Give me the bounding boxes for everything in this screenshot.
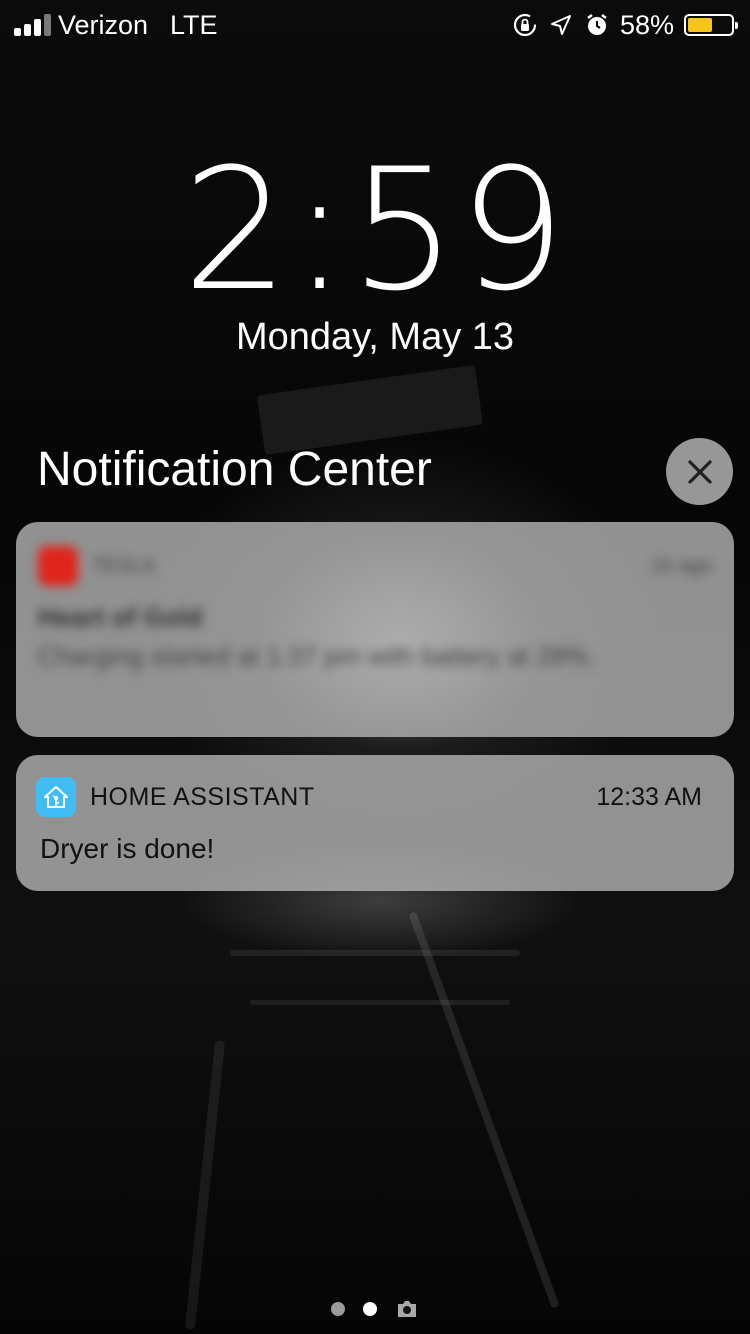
alarm-icon [584,12,610,38]
orientation-lock-icon [512,12,538,38]
page-dot[interactable] [331,1302,345,1316]
battery-icon [684,14,738,36]
network-type: LTE [170,10,218,40]
notification-card-tesla[interactable]: TESLA 1h ago Heart of Gold Charging star… [16,522,734,737]
notification-time: 12:33 AM [596,782,702,811]
notification-app-name: TESLA [92,554,156,577]
lock-screen: Verizon LTE 58% 2:59 Monday, May 13 Noti… [0,0,750,1334]
wallpaper-detail [230,950,520,956]
signal-strength-icon [14,14,54,36]
notification-title: Heart of Gold [38,602,203,632]
notification-card-home-assistant[interactable]: HOME ASSISTANT 12:33 AM Dryer is done! [16,755,734,891]
wallpaper-detail [184,1040,226,1330]
notification-center-title: Notification Center [37,443,432,496]
status-bar: Verizon LTE 58% [0,0,750,50]
clear-notifications-button[interactable] [666,438,733,505]
notification-body: Dryer is done! [40,833,215,864]
tesla-icon [38,546,78,586]
battery-level-fill [688,18,712,32]
close-icon [687,459,712,484]
battery-percentage: 58% [619,10,674,40]
lock-screen-time: 2:59 [182,132,568,328]
page-dot-active[interactable] [363,1302,377,1316]
home-assistant-icon [36,777,76,817]
wallpaper-detail [408,911,560,1309]
lock-screen-date: Monday, May 13 [235,316,515,358]
notification-time: 1h ago [650,554,712,577]
wallpaper-detail [250,1000,510,1005]
carrier-name: Verizon [58,10,149,40]
page-indicator [0,1294,750,1324]
notification-body: Charging started at 1:37 pm with battery… [38,641,596,671]
camera-icon[interactable] [395,1298,419,1320]
location-icon [548,12,574,38]
notification-app-name: HOME ASSISTANT [90,782,315,811]
